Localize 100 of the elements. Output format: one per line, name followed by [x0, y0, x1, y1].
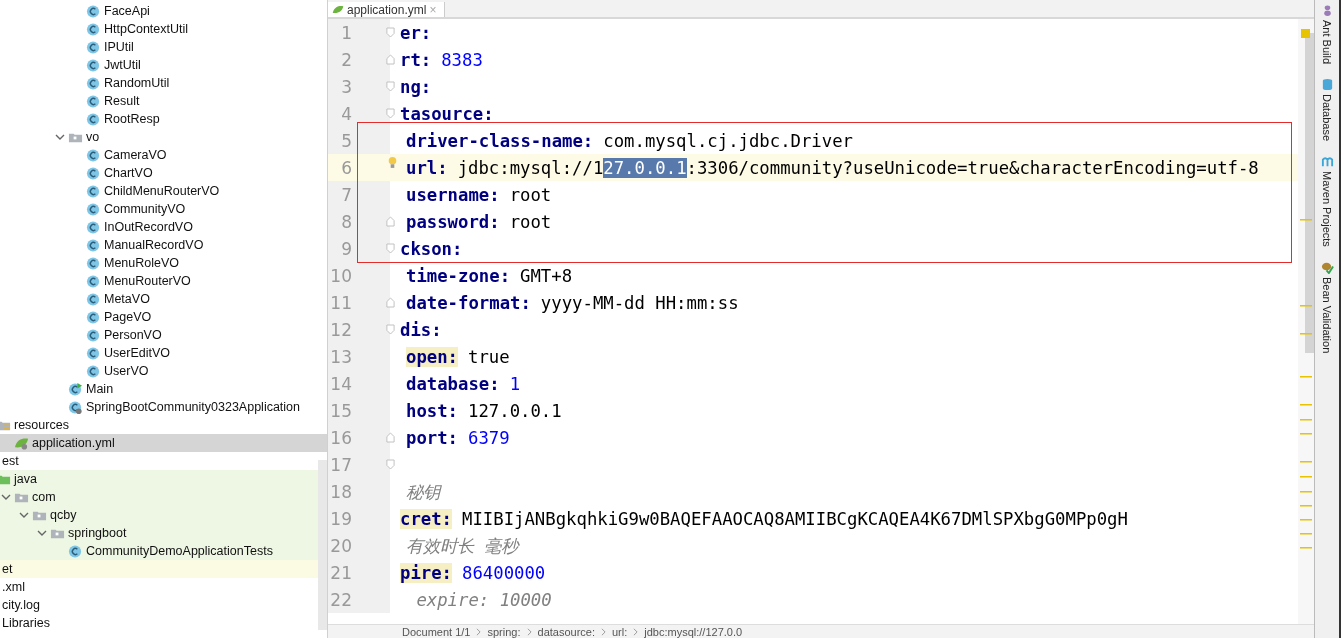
line-number: 22 — [328, 586, 390, 613]
tree-item[interactable]: RootResp — [104, 112, 160, 126]
fold-marker-icon[interactable] — [386, 81, 395, 92]
fold-marker-icon[interactable] — [386, 432, 395, 443]
tree-item[interactable]: com — [32, 490, 56, 504]
tree-item[interactable]: ManualRecordVO — [104, 238, 204, 252]
class-icon — [86, 327, 101, 343]
tree-item[interactable]: et — [2, 562, 13, 576]
class-icon — [86, 147, 101, 163]
yaml-key: ckson: — [400, 238, 463, 259]
yaml-value: 86400000 — [462, 562, 546, 583]
yaml-value: :3306/community?useUnicode=true&characterEncoding=utf-8 — [686, 157, 1259, 178]
file-tab[interactable]: application.yml × — [328, 2, 446, 17]
fold-marker-icon[interactable] — [386, 324, 395, 335]
class-icon — [86, 291, 101, 307]
yaml-value: root — [509, 211, 552, 232]
fold-marker-icon[interactable] — [386, 297, 395, 308]
yaml-key: tasource: — [400, 103, 494, 124]
line-number: 3 — [328, 73, 390, 100]
yaml-key: port: — [406, 427, 459, 448]
fold-marker-icon[interactable] — [386, 243, 395, 254]
tree-item[interactable]: vo — [86, 130, 100, 144]
tree-item[interactable]: IPUtil — [104, 40, 134, 54]
line-number: 12 — [328, 316, 390, 343]
yaml-key: date-format: — [406, 292, 531, 313]
tree-item[interactable]: Main — [86, 382, 114, 396]
yaml-key: pire: — [400, 562, 453, 583]
yaml-value: yyyy-MM-dd HH:mm:ss — [540, 292, 739, 313]
line-number: 5 — [328, 127, 390, 154]
tree-item[interactable]: ChartVO — [104, 166, 153, 180]
line-number: 16 — [328, 424, 390, 451]
tree-item[interactable]: JwtUtil — [104, 58, 141, 72]
tree-item[interactable]: city.log — [2, 598, 40, 612]
tree-item[interactable]: UserVO — [104, 364, 149, 378]
chevron-icon[interactable] — [37, 528, 47, 538]
tree-item[interactable]: HttpContextUtil — [104, 22, 189, 36]
chevron-icon[interactable] — [55, 132, 65, 142]
tree-item[interactable]: MenuRouterVO — [104, 274, 191, 288]
code-comment: 有效时长 毫秒 — [406, 534, 519, 558]
breadcrumb[interactable]: spring: — [487, 625, 521, 638]
tree-item[interactable]: resources — [14, 418, 69, 432]
tree-item[interactable]: .xml — [2, 580, 25, 594]
line-number: 19 — [328, 505, 390, 532]
yaml-key: er: — [400, 22, 432, 43]
yaml-value: 1 — [509, 373, 521, 394]
tree-item[interactable]: MetaVO — [104, 292, 150, 306]
tool-window-button[interactable]: Ant Build — [1315, 4, 1339, 65]
breadcrumb[interactable]: Document 1/1 — [402, 625, 471, 638]
line-number: 21 — [328, 559, 390, 586]
tree-item[interactable]: springboot — [68, 526, 127, 540]
tree-item[interactable]: Result — [104, 94, 140, 108]
chevron-icon[interactable] — [19, 510, 29, 520]
yaml-value: jdbc:mysql://1 — [457, 157, 604, 178]
class-icon — [86, 39, 101, 55]
yaml-key: driver-class-name: — [406, 130, 594, 151]
yaml-key: rt: — [400, 49, 432, 70]
breadcrumb[interactable]: jdbc:mysql://127.0.0 — [644, 625, 743, 638]
lightbulb-icon[interactable] — [388, 156, 397, 169]
scrollbar[interactable] — [318, 460, 327, 630]
class-icon — [86, 93, 101, 109]
fold-marker-icon[interactable] — [386, 108, 395, 119]
tree-item[interactable]: java — [14, 472, 37, 486]
tree-item[interactable]: CommunityVO — [104, 202, 186, 216]
tree-item[interactable]: qcby — [50, 508, 77, 522]
class-icon — [86, 111, 101, 127]
class-icon — [86, 255, 101, 271]
fold-marker-icon[interactable] — [386, 27, 395, 38]
tree-item[interactable]: ChildMenuRouterVO — [104, 184, 220, 198]
database-icon — [1320, 78, 1334, 92]
class-icon — [86, 237, 101, 253]
tree-item[interactable]: MenuRoleVO — [104, 256, 180, 270]
chevron-icon[interactable] — [1, 492, 11, 502]
tree-item[interactable]: FaceApi — [104, 4, 150, 18]
line-number: 14 — [328, 370, 390, 397]
tool-window-button[interactable]: Maven Projects — [1315, 155, 1339, 247]
tree-item[interactable]: InOutRecordVO — [104, 220, 193, 234]
fold-marker-icon[interactable] — [386, 459, 395, 470]
class-icon — [86, 165, 101, 181]
scrollbar-thumb[interactable] — [1305, 33, 1314, 353]
breadcrumb[interactable]: datasource: — [537, 625, 595, 638]
leaf-file-icon — [332, 3, 344, 16]
tree-item[interactable]: CameraVO — [104, 148, 167, 162]
tool-window-button[interactable]: Database — [1315, 78, 1339, 142]
class-icon — [86, 183, 101, 199]
tree-item[interactable]: SpringBootCommunity0323Application — [86, 400, 300, 414]
fold-marker-icon[interactable] — [386, 54, 395, 65]
breadcrumb[interactable]: url: — [612, 625, 628, 638]
tool-window-button[interactable]: Bean Validation — [1315, 260, 1339, 354]
class-icon — [86, 363, 101, 379]
fold-marker-icon[interactable] — [386, 216, 395, 227]
class-icon — [86, 3, 101, 19]
tree-item[interactable]: application.yml — [32, 436, 115, 450]
class-icon — [86, 201, 101, 217]
tree-item[interactable]: est — [2, 454, 19, 468]
tree-item[interactable]: Libraries — [2, 616, 50, 630]
tree-item[interactable]: RandomUtil — [104, 76, 170, 90]
tree-item[interactable]: PersonVO — [104, 328, 162, 342]
yaml-value: com.mysql.cj.jdbc.Driver — [603, 130, 853, 151]
tree-item[interactable]: PageVO — [104, 310, 152, 324]
tree-item[interactable]: UserEditVO — [104, 346, 170, 360]
